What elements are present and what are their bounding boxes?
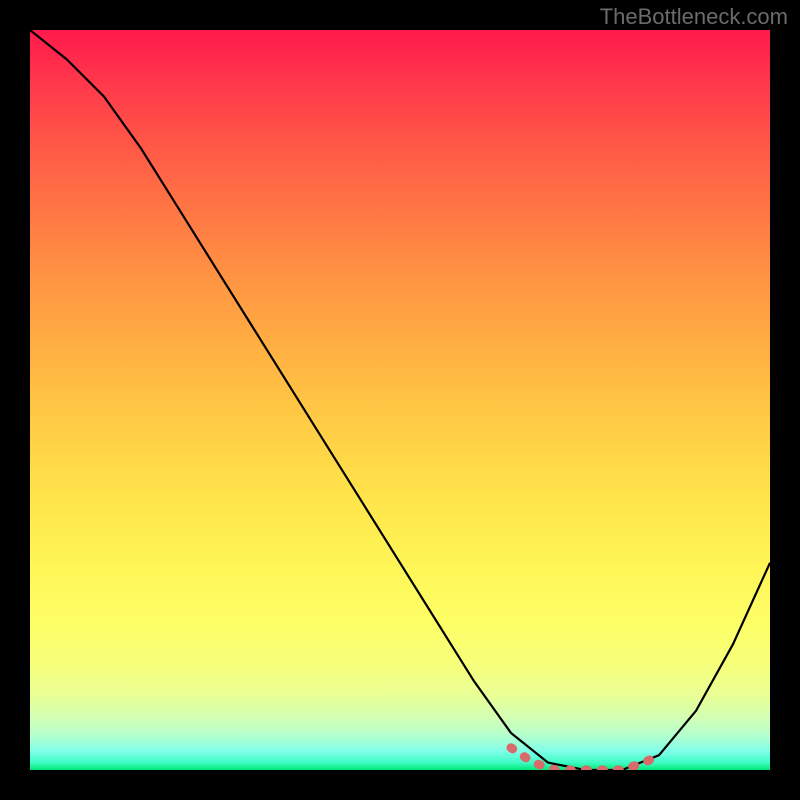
chart-plot-area [30, 30, 770, 770]
watermark-text: TheBottleneck.com [600, 4, 788, 30]
chart-svg [30, 30, 770, 770]
curve-line [30, 30, 770, 770]
